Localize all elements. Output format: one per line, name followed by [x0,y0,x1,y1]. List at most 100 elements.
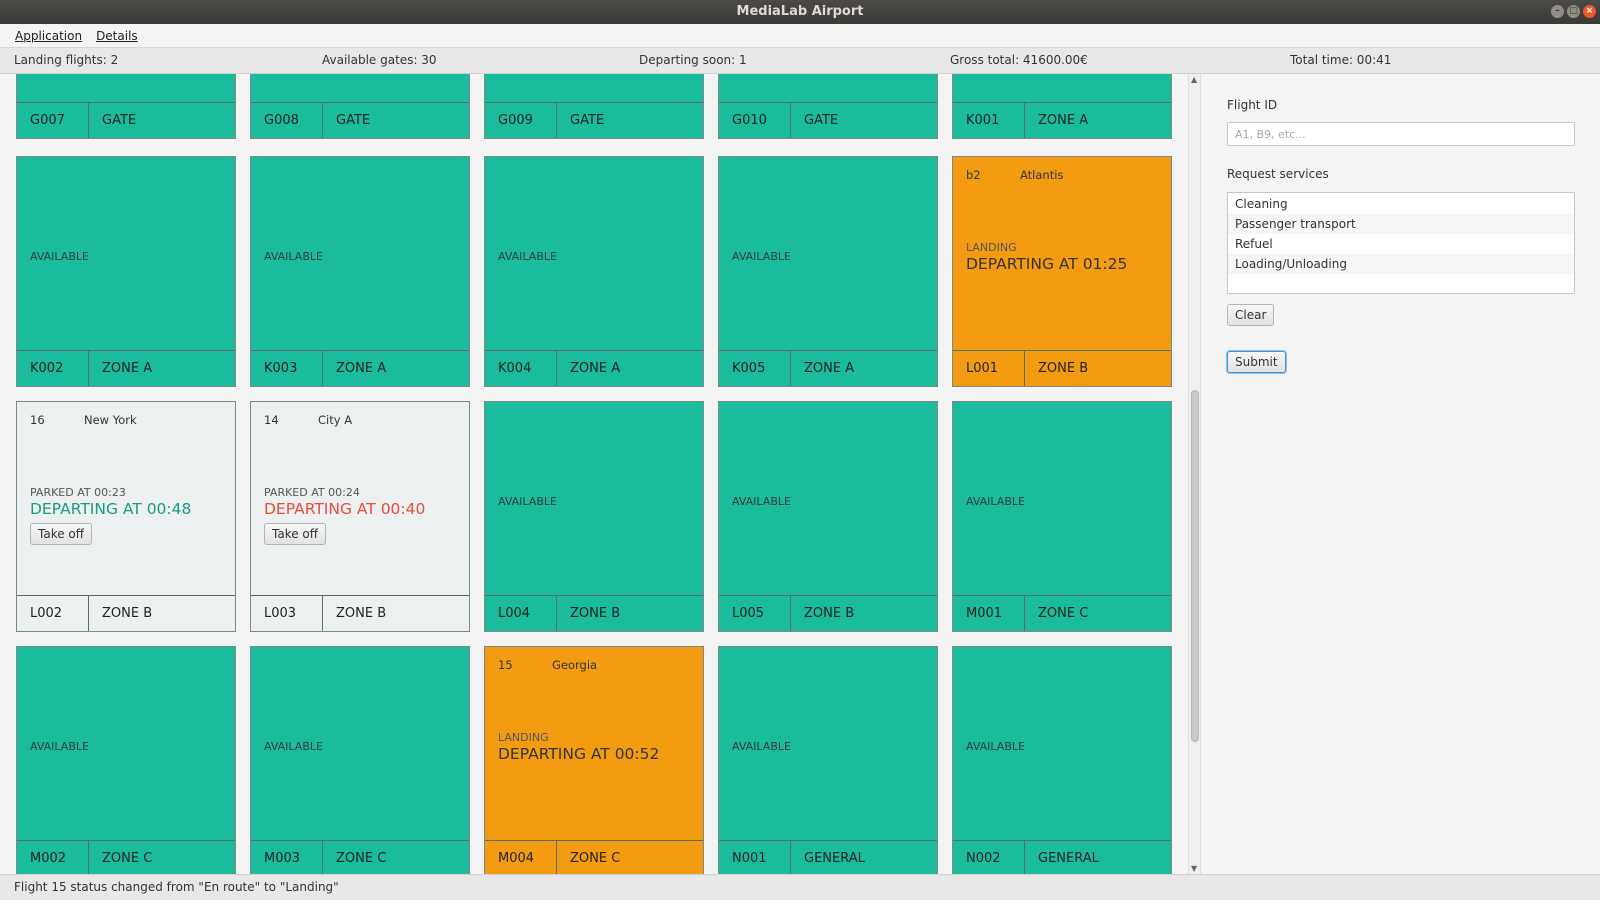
flight-state: LANDING [498,731,549,744]
gate-status-area: 16 New York PARKED AT 00:23 DEPARTING AT 00… [17,402,235,597]
gate-k005[interactable]: AVAILABLE K005 ZONE A [718,156,938,387]
gate-l002[interactable]: 16 New York PARKED AT 00:23 DEPARTING AT 00… [16,401,236,632]
gate-info: L004 ZONE B [485,595,703,631]
gate-zone: ZONE A [1038,113,1089,128]
maximize-icon[interactable]: □ [1567,5,1580,18]
take-off-button[interactable]: Take off [30,523,93,545]
clear-button[interactable]: Clear [1227,304,1275,326]
gate-zone: ZONE B [102,606,153,621]
gate-zone: GENERAL [1038,851,1099,866]
gate-status-area: AVAILABLE [953,402,1171,597]
gate-n001[interactable]: AVAILABLE N001 GENERAL [718,646,938,874]
gate-code: G009 [485,103,557,138]
submit-button[interactable]: Submit [1227,351,1286,373]
scroll-down-icon[interactable]: ▼ [1191,864,1197,873]
availability-text: AVAILABLE [732,495,791,508]
gate-info: N001 GENERAL [719,840,937,874]
gate-g010[interactable]: G010 GATE [718,74,938,139]
gate-g008[interactable]: G008 GATE [250,74,470,139]
flight-number: 15 [498,658,513,672]
gate-code: G008 [251,103,323,138]
gate-status-area: AVAILABLE [485,157,703,352]
departure-time: DEPARTING AT 00:52 [498,745,660,763]
gate-status-area: AVAILABLE [719,157,937,352]
flight-state: PARKED AT 00:24 [264,486,360,499]
gate-zone: ZONE B [570,606,621,621]
departure-time: DEPARTING AT 00:48 [30,500,192,518]
gate-n002[interactable]: AVAILABLE N002 GENERAL [952,646,1172,874]
gate-zone: ZONE B [804,606,855,621]
gate-code: M003 [251,841,323,874]
services-list[interactable]: Cleaning Passenger transport Refuel Load… [1227,192,1575,294]
gate-k004[interactable]: AVAILABLE K004 ZONE A [484,156,704,387]
gate-code: L001 [953,351,1025,386]
scroll-up-icon[interactable]: ▲ [1191,75,1197,84]
gate-l005[interactable]: AVAILABLE L005 ZONE B [718,401,938,632]
gate-g007[interactable]: G007 GATE [16,74,236,139]
service-item-passenger-transport[interactable]: Passenger transport [1228,214,1574,234]
gate-k003[interactable]: AVAILABLE K003 ZONE A [250,156,470,387]
gate-m001[interactable]: AVAILABLE M001 ZONE C [952,401,1172,632]
gate-l001[interactable]: b2 Atlantis LANDING DEPARTING AT 01:25 L001 Z… [952,156,1172,387]
gate-status-area: AVAILABLE [719,402,937,597]
grid-scrollbar[interactable]: ▲ ▼ [1188,74,1200,874]
gate-k002[interactable]: AVAILABLE K002 ZONE A [16,156,236,387]
flight-number: b2 [966,168,981,182]
gate-zone: ZONE A [336,361,387,376]
gate-status-area: AVAILABLE [251,157,469,352]
minimize-icon[interactable]: – [1551,5,1564,18]
flight-destination: New York [84,413,137,427]
flight-id-input[interactable] [1227,122,1575,146]
availability-text: AVAILABLE [264,740,323,753]
flight-number: 14 [264,413,279,427]
gate-info: N002 GENERAL [953,840,1171,874]
available-gates-count: Available gates: 30 [322,53,437,67]
flight-destination: Georgia [552,658,598,672]
gate-info: L005 ZONE B [719,595,937,631]
gate-zone: ZONE C [570,851,621,866]
gate-zone: GATE [102,113,137,128]
gate-zone: GATE [804,113,839,128]
gate-code: K001 [953,103,1025,138]
gate-l004[interactable]: AVAILABLE L004 ZONE B [484,401,704,632]
gate-m004[interactable]: 15 Georgia LANDING DEPARTING AT 00:52 M004 ZO… [484,646,704,874]
service-item-refuel[interactable]: Refuel [1228,234,1574,254]
flight-id-label: Flight ID [1227,98,1278,112]
availability-text: AVAILABLE [966,740,1025,753]
gate-code: L002 [17,596,89,631]
gate-code: K002 [17,351,89,386]
take-off-button[interactable]: Take off [264,523,327,545]
gross-total: Gross total: 41600.00€ [950,53,1088,67]
gate-status-area: AVAILABLE [17,647,235,842]
gate-m003[interactable]: AVAILABLE M003 ZONE C [250,646,470,874]
gate-m002[interactable]: AVAILABLE M002 ZONE C [16,646,236,874]
gate-l003[interactable]: 14 City A PARKED AT 00:24 DEPARTING AT 00:4… [250,401,470,632]
gate-status-area: AVAILABLE [485,402,703,597]
gate-code: L004 [485,596,557,631]
close-icon[interactable]: × [1583,5,1596,18]
gate-g009[interactable]: G009 GATE [484,74,704,139]
service-item-loading-unloading[interactable]: Loading/Unloading [1228,254,1574,274]
gate-zone: ZONE B [1038,361,1089,376]
gate-code: N002 [953,841,1025,874]
availability-text: AVAILABLE [732,250,791,263]
gate-status-area [485,74,703,104]
gate-info: K004 ZONE A [485,350,703,386]
title-bar: MediaLab Airport – □ × [0,0,1600,24]
stats-bar: Landing flights: 2 Available gates: 30 D… [0,48,1600,74]
status-message: Flight 15 status changed from "En route"… [0,874,1600,900]
service-item-cleaning[interactable]: Cleaning [1228,194,1574,214]
gate-k001[interactable]: K001 ZONE A [952,74,1172,139]
gate-info: L003 ZONE B [251,595,469,631]
scroll-thumb[interactable] [1191,390,1199,742]
gate-zone: ZONE C [102,851,153,866]
request-services-label: Request services [1227,167,1329,181]
availability-text: AVAILABLE [264,250,323,263]
gate-status-area: b2 Atlantis LANDING DEPARTING AT 01:25 [953,157,1171,352]
menu-details[interactable]: Details [89,29,145,43]
gate-info: M004 ZONE C [485,840,703,874]
flight-number: 16 [30,413,45,427]
menu-application[interactable]: Application [8,29,89,43]
gate-info: G008 GATE [251,102,469,138]
gate-status-area: AVAILABLE [17,157,235,352]
